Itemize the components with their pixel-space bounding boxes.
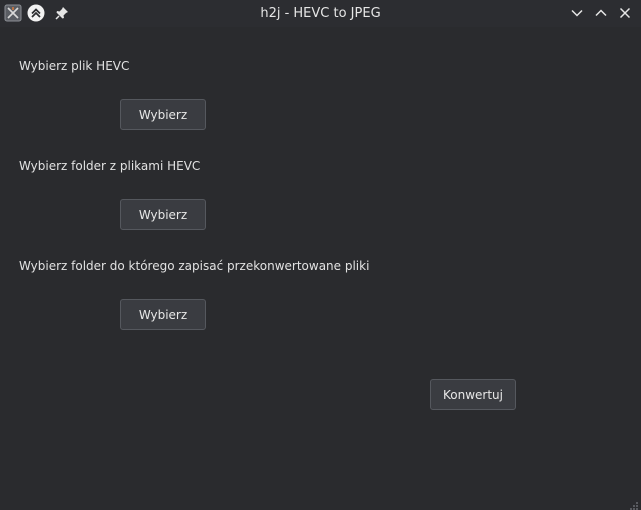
chevron-down-icon — [571, 9, 583, 17]
choose-file-button[interactable]: Wybierz — [120, 99, 206, 130]
close-button[interactable] — [617, 5, 633, 21]
maximize-button[interactable] — [593, 5, 609, 21]
output-folder-label: Wybierz folder do którego zapisać przeko… — [19, 259, 370, 273]
choose-output-folder-button[interactable]: Wybierz — [120, 299, 206, 330]
title-bar[interactable]: h2j - HEVC to JPEG — [0, 0, 641, 27]
chevron-up-icon — [595, 9, 607, 17]
resize-grip-icon[interactable] — [627, 496, 639, 510]
hevc-folder-label: Wybierz folder z plikami HEVC — [19, 159, 201, 173]
choose-folder-button[interactable]: Wybierz — [120, 199, 206, 230]
convert-button[interactable]: Konwertuj — [430, 379, 516, 410]
minimize-button[interactable] — [569, 5, 585, 21]
close-icon — [619, 7, 631, 19]
window-title: h2j - HEVC to JPEG — [260, 6, 381, 21]
app-window: h2j - HEVC to JPEG Wybierz plik HEVC Wyb… — [0, 0, 641, 510]
hevc-file-label: Wybierz plik HEVC — [19, 59, 130, 73]
